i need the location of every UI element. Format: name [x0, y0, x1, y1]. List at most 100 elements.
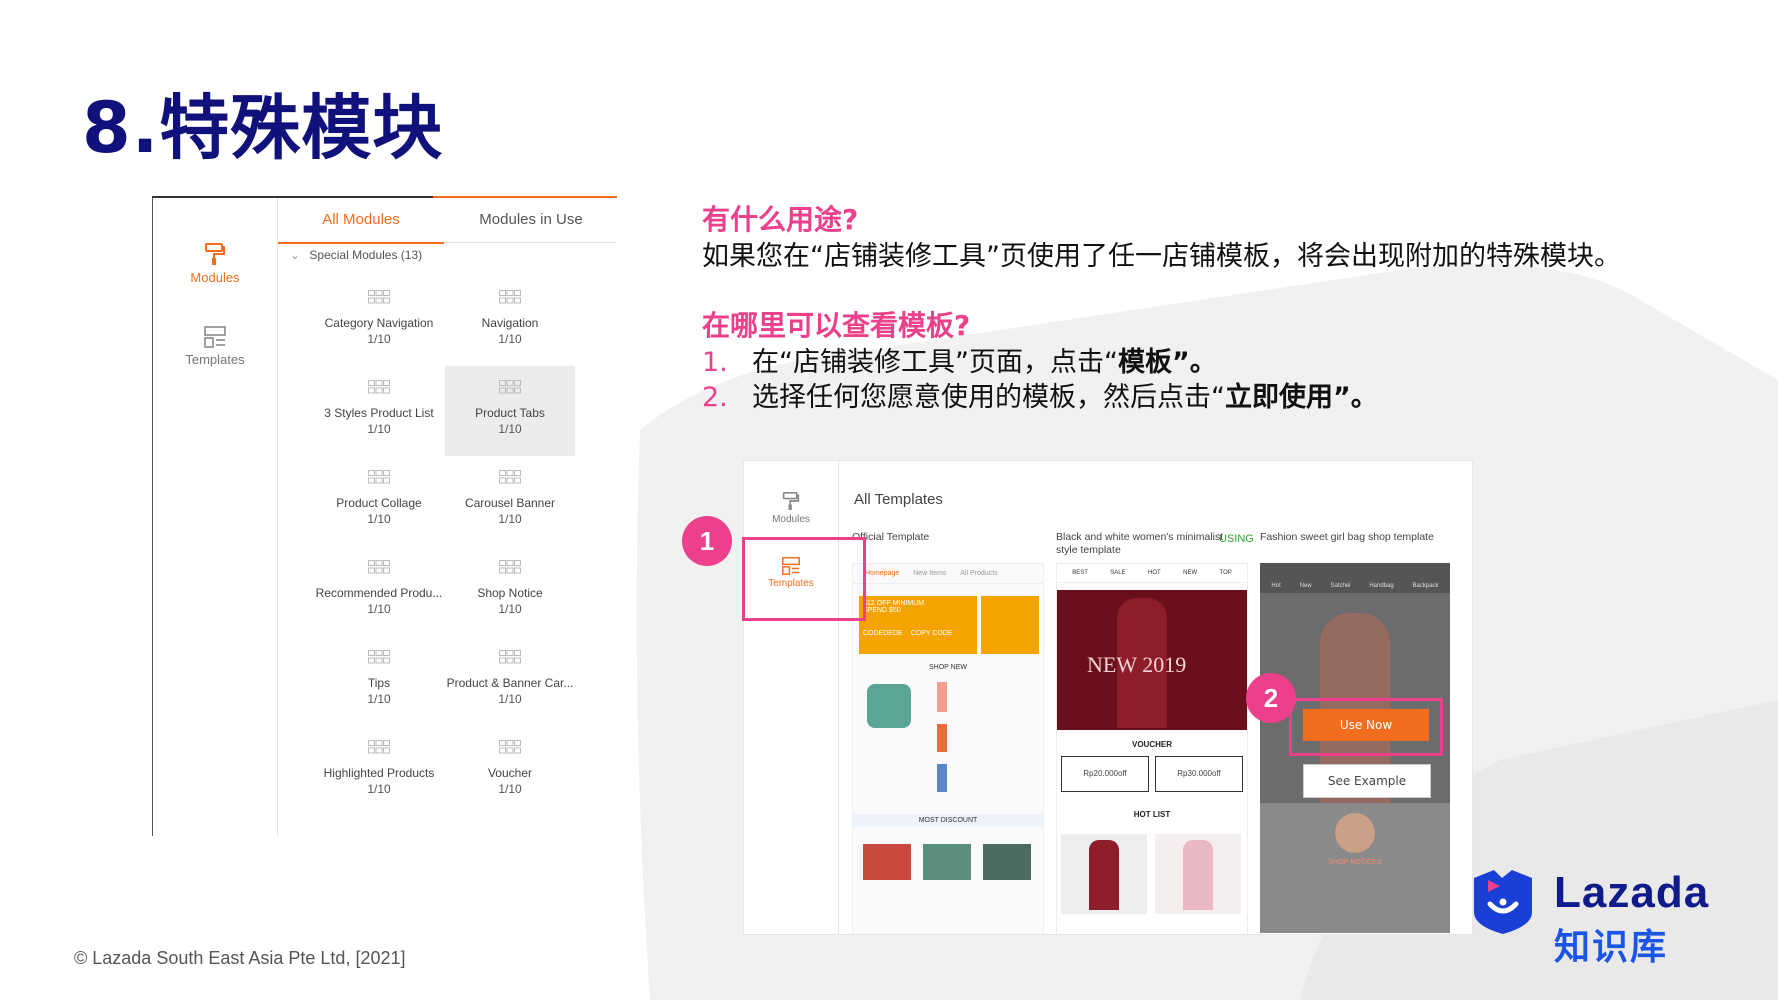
highlight-templates — [742, 537, 866, 621]
preview-tab: Homepage — [865, 570, 900, 577]
lazada-logo-icon — [1474, 870, 1532, 934]
lazada-subtitle: 知识库 — [1554, 927, 1669, 968]
voucher-item: Rp30.000off — [1155, 756, 1243, 792]
product-thumb — [863, 844, 911, 880]
preview-tab: NEW — [1183, 570, 1198, 576]
module-count: 1/10 — [498, 782, 522, 796]
product-thumb — [1155, 834, 1241, 914]
sidebar-item-modules[interactable]: Modules — [744, 491, 838, 525]
preview-tab: BEST — [1072, 570, 1088, 576]
module-panel: Modules Templates All Modules Modules in… — [152, 196, 617, 836]
module-grid-icon — [499, 380, 521, 394]
template-layout-icon — [204, 326, 226, 348]
section-label: VOUCHER — [1131, 740, 1172, 749]
sidebar-item-templates[interactable]: Templates — [153, 326, 277, 367]
module-name: Carousel Banner — [464, 496, 556, 510]
module-count: 1/10 — [367, 332, 391, 346]
module-item[interactable]: Highlighted Products 1/10 — [314, 726, 444, 816]
banner-text: NEW 2019 — [1087, 652, 1187, 677]
preview-tab: Satchel — [1330, 583, 1351, 589]
module-name: Product Collage — [336, 496, 422, 510]
step-badge-2: 2 — [1246, 673, 1296, 723]
section-label: MOST DISCOUNT — [853, 814, 1043, 827]
product-thumb — [1061, 834, 1147, 914]
module-item[interactable]: Tips 1/10 — [314, 636, 444, 726]
module-grid-icon — [368, 560, 390, 574]
module-item[interactable]: Shop Notice 1/10 — [445, 546, 575, 636]
module-grid-icon — [368, 380, 390, 394]
preview-tab: Backpack — [1412, 583, 1439, 589]
chevron-down-icon: ⌄ — [290, 248, 301, 262]
module-name: Shop Notice — [477, 586, 543, 600]
preview-tab: New Items — [913, 570, 947, 577]
module-grid-icon — [499, 650, 521, 664]
preview-tab: SALE — [1110, 570, 1126, 576]
templates-sidebar: Modules Templates — [744, 461, 839, 934]
step-bold: 立即使用”。 — [1225, 382, 1378, 413]
coupon-line: SPEND $50 — [863, 607, 901, 614]
module-count: 1/10 — [498, 422, 522, 436]
coupon-block: $12 OFF MINIMUM SPEND $50 CODEDEDE COPY … — [859, 596, 977, 654]
module-count: 1/10 — [367, 602, 391, 616]
tab-all-modules[interactable]: All Modules — [278, 198, 444, 244]
step-bold: 模板”。 — [1117, 347, 1217, 378]
tab-modules-in-use[interactable]: Modules in Use — [446, 198, 616, 242]
sidebar-item-modules[interactable]: Modules — [153, 242, 277, 285]
module-name: 3 Styles Product List — [324, 406, 434, 420]
module-item[interactable]: Product Tabs 1/10 — [445, 366, 575, 456]
module-item[interactable]: Product Collage 1/10 — [314, 456, 444, 546]
question-usage: 有什么用途? — [702, 203, 859, 236]
panel-sidebar: Modules Templates — [153, 198, 278, 836]
module-item[interactable]: Recommended Produ... 1/10 — [314, 546, 444, 636]
product-thumb — [923, 844, 971, 880]
see-example-button[interactable]: See Example — [1303, 764, 1431, 798]
module-grid-icon — [368, 470, 390, 484]
module-name: Navigation — [481, 316, 539, 330]
module-grid-icon — [499, 470, 521, 484]
module-item[interactable]: Navigation 1/10 — [445, 276, 575, 366]
highlight-use-now — [1289, 698, 1443, 756]
product-thumb — [937, 764, 947, 792]
product-thumb — [983, 844, 1031, 880]
section-label: HOT LIST — [1133, 810, 1171, 819]
preview-tab: Hot — [1271, 583, 1281, 589]
all-templates-title: All Templates — [854, 491, 943, 508]
module-grid-icon — [499, 560, 521, 574]
special-modules-group[interactable]: ⌄ Special Modules (13) — [290, 248, 422, 262]
answer-usage: 如果您在“店铺装修工具”页使用了任一店铺模板，将会出现附加的特殊模块。 — [702, 241, 1621, 272]
module-grid-icon — [499, 290, 521, 304]
sidebar-item-label: Modules — [190, 270, 240, 285]
coupon-block — [981, 596, 1039, 654]
template-caption: Black and white women's minimalist style… — [1056, 531, 1224, 556]
preview-tab: TOP — [1219, 570, 1232, 576]
module-grid-icon — [499, 740, 521, 754]
module-tabs: All Modules Modules in Use — [278, 198, 616, 244]
product-thumb — [937, 724, 947, 752]
template-card-bw-women[interactable]: Black and white women's minimalist style… — [1056, 531, 1248, 934]
module-grid-icon — [368, 650, 390, 664]
product-thumb — [937, 682, 947, 712]
template-caption: Official Template — [852, 531, 930, 543]
module-count: 1/10 — [367, 512, 391, 526]
section-label: SHOP NEW — [929, 664, 967, 671]
sidebar-item-label: Modules — [772, 514, 810, 525]
module-count: 1/10 — [498, 602, 522, 616]
group-label: Special Modules (13) — [309, 248, 423, 262]
module-name: Product & Banner Car... — [446, 676, 574, 690]
copyright-footer: © Lazada South East Asia Pte Ltd, [2021] — [74, 948, 406, 968]
sidebar-item-label: Templates — [185, 352, 245, 367]
module-item[interactable]: Voucher 1/10 — [445, 726, 575, 816]
module-count: 1/10 — [498, 692, 522, 706]
paint-roller-icon — [782, 492, 800, 510]
module-item[interactable]: 3 Styles Product List 1/10 — [314, 366, 444, 456]
module-name: Category Navigation — [324, 316, 434, 330]
template-preview: BEST SALE HOT NEW TOP NEW 2019 VOUCHER R… — [1056, 563, 1248, 934]
step-number: 1. — [702, 347, 728, 378]
module-item[interactable]: Carousel Banner 1/10 — [445, 456, 575, 546]
step-1: 1. 在“店铺装修工具”页面，点击“模板”。 — [702, 340, 1217, 379]
module-item[interactable]: Product & Banner Car... 1/10 — [445, 636, 575, 726]
module-grid-icon — [368, 740, 390, 754]
module-item[interactable]: Category Navigation 1/10 — [314, 276, 444, 366]
module-name: Product Tabs — [475, 406, 545, 420]
template-card-official[interactable]: Official Template Homepage New Items All… — [852, 531, 1044, 934]
